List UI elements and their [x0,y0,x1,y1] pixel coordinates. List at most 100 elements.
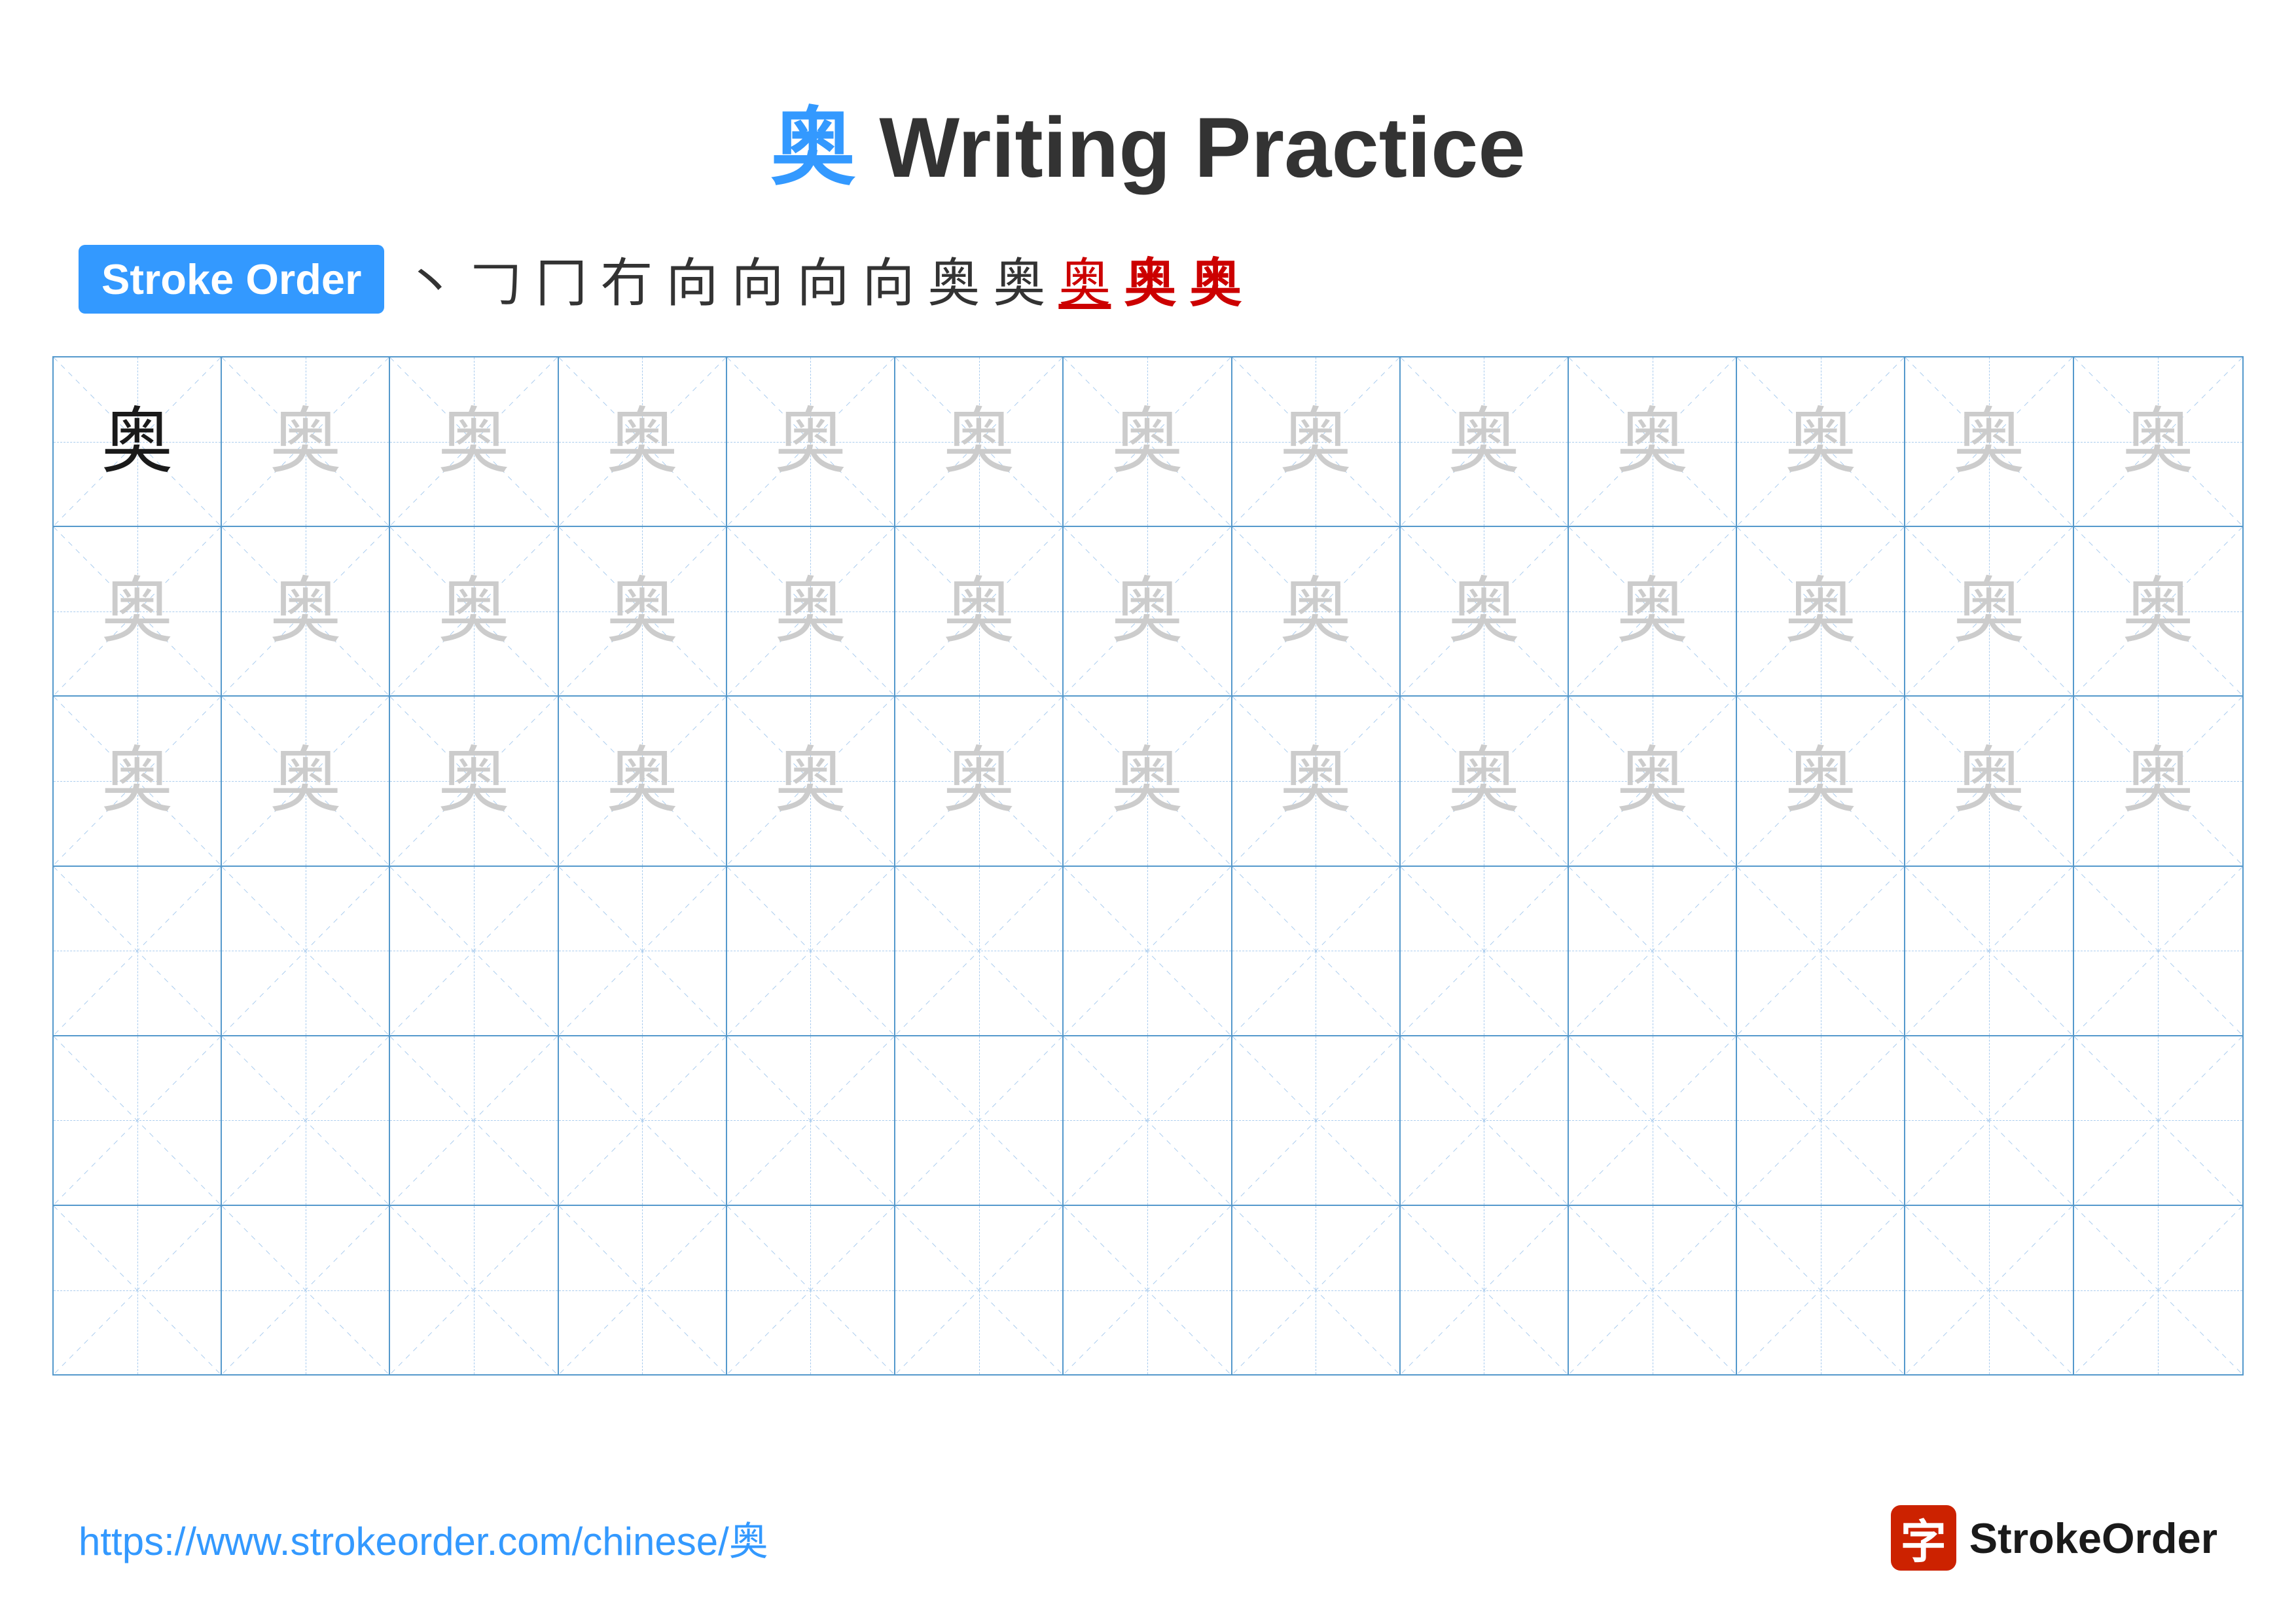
grid-cell-empty[interactable] [222,867,390,1035]
grid-cell: 奥 [559,357,727,526]
grid-cell: 奥 [1232,357,1401,526]
grid-cell-empty[interactable] [1064,1036,1232,1205]
grid-cell-empty[interactable] [1569,1036,1737,1205]
grid-cell[interactable]: 奥 [1905,527,2073,695]
grid-cell-empty[interactable] [390,1036,558,1205]
grid-cell-empty[interactable] [559,1036,727,1205]
grid-cell-empty[interactable] [390,867,558,1035]
grid-cell-empty[interactable] [222,1036,390,1205]
grid-cell[interactable]: 奥 [1737,527,1905,695]
grid-cell-empty[interactable] [1737,1206,1905,1374]
grid-cell-empty[interactable] [727,867,895,1035]
grid-row-1: 奥奥奥奥奥奥奥奥奥奥奥奥奥 [54,357,2242,527]
grid-cell[interactable]: 奥 [2074,697,2242,865]
grid-cell[interactable]: 奥 [895,527,1064,695]
grid-cell-empty[interactable] [727,1206,895,1374]
grid-cell-empty[interactable] [1401,867,1569,1035]
grid-cell[interactable]: 奥 [1401,527,1569,695]
stroke-12: 奥 [1124,241,1176,317]
grid-cell-empty[interactable] [895,867,1064,1035]
grid-cell[interactable]: 奥 [1569,697,1737,865]
title-char: 奥 [770,100,855,195]
grid-cell[interactable]: 奥 [54,527,222,695]
grid-cell[interactable]: 奥 [222,527,390,695]
stroke-4: 冇 [600,241,653,317]
stroke-1: 丶 [404,241,456,317]
grid-cell[interactable]: 奥 [222,697,390,865]
stroke-10: 奥 [993,241,1045,317]
grid-cell[interactable]: 奥 [1064,527,1232,695]
grid-cell-empty[interactable] [1737,1036,1905,1205]
grid-cell-empty[interactable] [1232,1036,1401,1205]
stroke-chars: 丶 𠃌 冂 冇 向 向 向 向 奥 奥 奥 奥 奥 [404,241,1242,317]
grid-cell-empty[interactable] [559,1206,727,1374]
stroke-5: 向 [666,241,718,317]
grid-cell-empty[interactable] [54,1036,222,1205]
grid-cell-empty[interactable] [390,1206,558,1374]
grid-cell[interactable]: 奥 [1737,697,1905,865]
grid-cell-empty[interactable] [1737,867,1905,1035]
footer-url: https://www.strokeorder.com/chinese/奥 [79,1510,768,1567]
page-title: 奥 Writing Practice [0,0,2296,202]
grid-cell-empty[interactable] [895,1206,1064,1374]
grid-cell-empty[interactable] [54,867,222,1035]
grid-cell[interactable]: 奥 [727,527,895,695]
grid-row-empty-2 [54,1036,2242,1206]
grid-cell[interactable]: 奥 [1232,527,1401,695]
grid-cell: 奥 [54,357,222,526]
grid-cell-empty[interactable] [1905,867,2073,1035]
grid-cell-empty[interactable] [222,1206,390,1374]
grid-cell-empty[interactable] [2074,867,2242,1035]
grid-cell[interactable]: 奥 [1401,697,1569,865]
stroke-order-row: Stroke Order 丶 𠃌 冂 冇 向 向 向 向 奥 奥 奥 奥 奥 [0,202,2296,343]
grid-cell[interactable]: 奥 [390,697,558,865]
grid-cell[interactable]: 奥 [2074,527,2242,695]
footer-logo: 字 StrokeOrder [1891,1505,2217,1571]
grid-cell-empty[interactable] [895,1036,1064,1205]
grid-cell-empty[interactable] [1905,1206,2073,1374]
grid-cell-empty[interactable] [559,867,727,1035]
grid-cell: 奥 [2074,357,2242,526]
stroke-6: 向 [731,241,783,317]
grid-cell[interactable]: 奥 [1064,697,1232,865]
grid-cell[interactable]: 奥 [1232,697,1401,865]
grid-cell-empty[interactable] [1232,867,1401,1035]
grid-cell-empty[interactable] [54,1206,222,1374]
grid-cell[interactable]: 奥 [895,697,1064,865]
grid-cell: 奥 [1401,357,1569,526]
grid-row-empty-3 [54,1206,2242,1374]
grid-cell: 奥 [390,357,558,526]
grid-row-3: 奥奥奥奥奥奥奥奥奥奥奥奥奥 [54,697,2242,866]
grid-row-empty-1 [54,867,2242,1036]
grid-cell-empty[interactable] [1569,1206,1737,1374]
footer: https://www.strokeorder.com/chinese/奥 字 … [79,1505,2217,1571]
logo-text: StrokeOrder [1969,1514,2217,1563]
grid-cell: 奥 [1064,357,1232,526]
grid-row-2: 奥奥奥奥奥奥奥奥奥奥奥奥奥 [54,527,2242,697]
grid-cell-empty[interactable] [1232,1206,1401,1374]
grid-cell[interactable]: 奥 [1569,527,1737,695]
grid-cell: 奥 [1905,357,2073,526]
grid-cell-empty[interactable] [1905,1036,2073,1205]
grid-cell-empty[interactable] [1064,1206,1232,1374]
grid-cell: 奥 [1569,357,1737,526]
grid-cell[interactable]: 奥 [559,527,727,695]
grid-cell[interactable]: 奥 [1905,697,2073,865]
title-text: Writing Practice [855,100,1525,195]
grid-cell-empty[interactable] [1401,1206,1569,1374]
grid-cell[interactable]: 奥 [559,697,727,865]
grid-cell-empty[interactable] [1569,867,1737,1035]
grid-cell: 奥 [727,357,895,526]
practice-grid: 奥奥奥奥奥奥奥奥奥奥奥奥奥奥奥奥奥奥奥奥奥奥奥奥奥奥奥奥奥奥奥奥奥奥奥奥奥奥奥 [52,356,2244,1376]
grid-cell-empty[interactable] [1401,1036,1569,1205]
grid-cell[interactable]: 奥 [54,697,222,865]
stroke-order-badge: Stroke Order [79,245,384,314]
grid-cell-empty[interactable] [1064,867,1232,1035]
stroke-7: 向 [797,241,849,317]
grid-cell-empty[interactable] [2074,1036,2242,1205]
grid-cell-empty[interactable] [727,1036,895,1205]
stroke-13: 奥 [1189,241,1242,317]
grid-cell[interactable]: 奥 [390,527,558,695]
grid-cell[interactable]: 奥 [727,697,895,865]
grid-cell-empty[interactable] [2074,1206,2242,1374]
